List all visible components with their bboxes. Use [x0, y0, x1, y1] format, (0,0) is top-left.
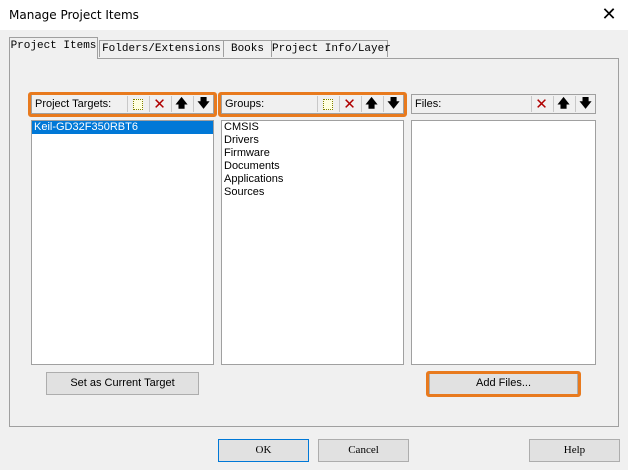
project-targets-list[interactable]: Keil-GD32F350RBT6 — [31, 120, 214, 365]
list-item[interactable]: Sources — [222, 186, 403, 199]
list-item[interactable]: Keil-GD32F350RBT6 — [32, 121, 213, 134]
groups-label: Groups: — [225, 98, 265, 110]
new-target-button[interactable] — [127, 96, 147, 112]
project-targets-label: Project Targets: — [35, 98, 112, 110]
move-target-up-button[interactable]: 🡅 — [171, 96, 191, 112]
list-item[interactable]: Documents — [222, 160, 403, 173]
move-up-icon: 🡅 — [175, 95, 188, 110]
move-file-up-button[interactable]: 🡅 — [553, 96, 573, 112]
project-targets-column: Project Targets: ✕ 🡅 🡇 Keil-GD32F350RBT6 — [31, 94, 214, 365]
help-button[interactable]: Help — [529, 439, 620, 462]
move-down-icon: 🡇 — [579, 95, 592, 110]
groups-header: Groups: ✕ 🡅 🡇 — [221, 94, 404, 114]
move-down-icon: 🡇 — [387, 95, 400, 110]
new-item-icon — [132, 98, 143, 110]
move-file-down-button[interactable]: 🡇 — [575, 96, 595, 112]
delete-file-button[interactable]: ✕ — [531, 95, 551, 113]
close-icon[interactable]: ✕ — [598, 4, 620, 26]
title-bar: Manage Project Items ✕ — [0, 0, 628, 30]
list-item[interactable]: CMSIS — [222, 121, 403, 134]
move-up-icon: 🡅 — [365, 95, 378, 110]
move-target-down-button[interactable]: 🡇 — [193, 96, 213, 112]
ok-button[interactable]: OK — [218, 439, 309, 462]
list-item[interactable]: Applications — [222, 173, 403, 186]
tab-project-info-layer[interactable]: Project Info/Layer — [271, 40, 391, 57]
delete-icon: ✕ — [153, 95, 166, 113]
delete-icon: ✕ — [343, 95, 356, 113]
groups-list[interactable]: CMSIS Drivers Firmware Documents Applica… — [221, 120, 404, 365]
delete-group-button[interactable]: ✕ — [339, 95, 359, 113]
files-header: Files: ✕ 🡅 🡇 — [411, 94, 596, 114]
move-up-icon: 🡅 — [557, 95, 570, 110]
files-list[interactable] — [411, 120, 596, 365]
tab-books[interactable]: Books — [223, 40, 272, 57]
groups-column: Groups: ✕ 🡅 🡇 CMSIS Drivers Firmware Doc… — [221, 94, 404, 365]
cancel-button[interactable]: Cancel — [318, 439, 409, 462]
list-item[interactable]: Drivers — [222, 134, 403, 147]
move-group-down-button[interactable]: 🡇 — [383, 96, 403, 112]
add-files-button[interactable]: Add Files... — [429, 372, 578, 395]
new-item-icon — [322, 98, 333, 110]
delete-target-button[interactable]: ✕ — [149, 95, 169, 113]
project-targets-header: Project Targets: ✕ 🡅 🡇 — [31, 94, 214, 114]
files-label: Files: — [415, 98, 442, 110]
new-group-button[interactable] — [317, 96, 337, 112]
window-title: Manage Project Items — [9, 8, 139, 22]
tab-project-items[interactable]: Project Items — [9, 37, 98, 59]
delete-icon: ✕ — [535, 95, 548, 113]
files-column: Files: ✕ 🡅 🡇 — [411, 94, 596, 365]
tab-folders-extensions[interactable]: Folders/Extensions — [99, 40, 224, 57]
move-down-icon: 🡇 — [197, 95, 210, 110]
list-item[interactable]: Firmware — [222, 147, 403, 160]
move-group-up-button[interactable]: 🡅 — [361, 96, 381, 112]
set-as-current-target-button[interactable]: Set as Current Target — [46, 372, 199, 395]
